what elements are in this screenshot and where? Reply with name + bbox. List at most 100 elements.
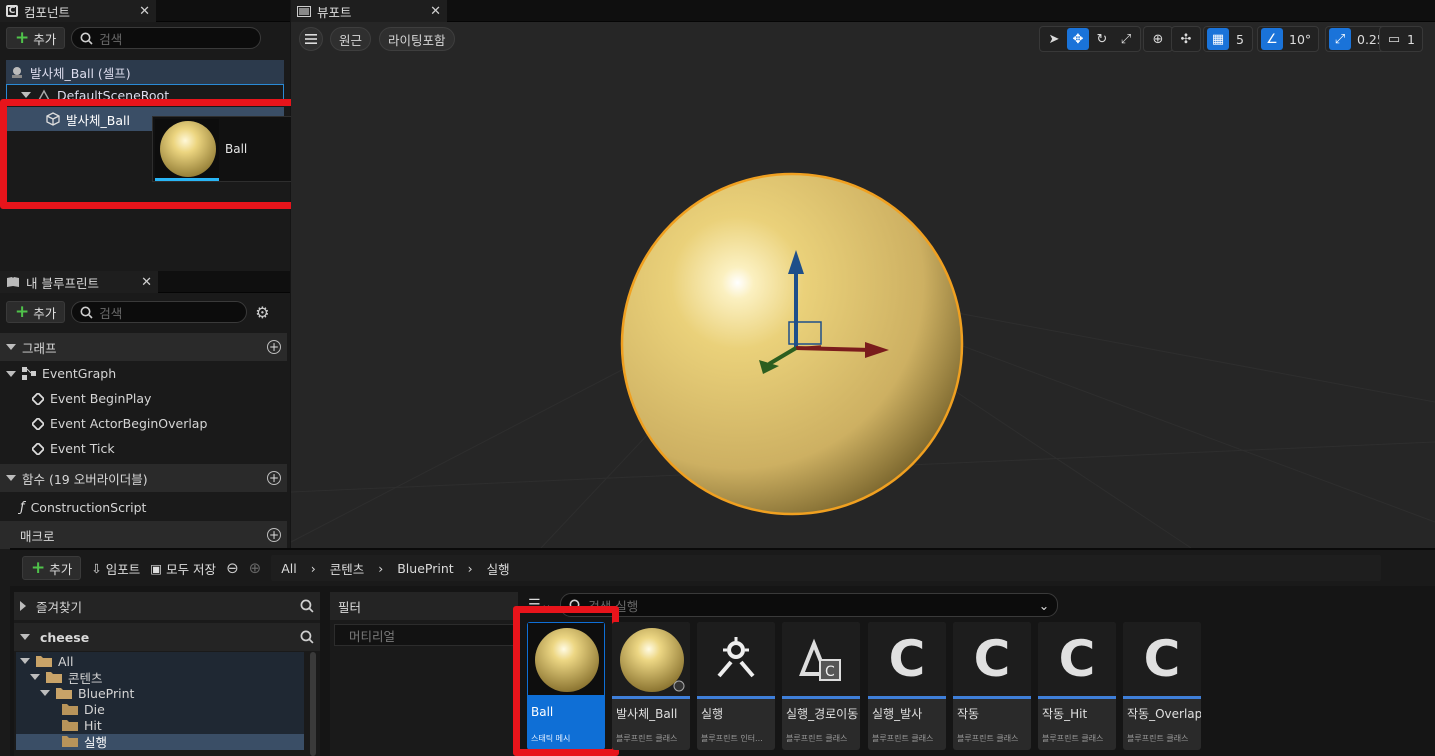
construction-script-item[interactable]: ƒ ConstructionScript (20, 495, 284, 520)
chevron-down-icon[interactable]: ⌄ (1039, 598, 1049, 613)
tab-viewport[interactable]: 뷰포트 ✕ (291, 0, 447, 22)
asset-type: 블루프린트 클래스 (1127, 734, 1189, 743)
graph-section-header[interactable]: 그래프 + (0, 333, 287, 361)
search-icon (80, 32, 93, 45)
scale-snap-icon: ⤢ (1329, 28, 1351, 50)
chevron-right-icon: › (310, 560, 316, 576)
surface-snap-icon: ✣ (1180, 31, 1192, 47)
filter-item[interactable]: 머티리얼 (334, 624, 514, 646)
asset-thumbnail (697, 622, 775, 696)
surface-snap-button[interactable]: ✣ (1171, 26, 1201, 52)
content-add-button[interactable]: + 추가 (22, 556, 82, 580)
blueprint-add-label: 추가 (33, 305, 57, 321)
asset-tile[interactable]: 실행 블루프린트 인터... (697, 622, 775, 750)
blueprint-add-button[interactable]: + 추가 (6, 301, 66, 323)
asset-tile[interactable]: C 실행_경로이동 블루프린트 클래스 (782, 622, 860, 750)
components-search-input[interactable]: 검색 (71, 27, 262, 49)
chevron-down-icon (6, 475, 16, 481)
blueprint-search-input[interactable]: 검색 (71, 301, 248, 323)
add-circle-icon[interactable]: + (267, 528, 281, 542)
components-add-button[interactable]: + 추가 (6, 27, 66, 49)
asset-tile[interactable]: C 작동 블루프린트 클래스 (953, 622, 1031, 750)
asset-tile[interactable]: 발사체_Ball 블루프린트 클래스 (612, 622, 690, 750)
macros-section-header[interactable]: 매크로 + (0, 521, 287, 549)
functions-section-label: 함수 (19 오버라이더블) (22, 471, 148, 487)
coordinate-space-button[interactable]: ⊕ (1143, 26, 1173, 52)
function-icon: ƒ (20, 500, 25, 515)
event-item[interactable]: Event Tick (32, 436, 282, 461)
viewport-panel[interactable]: 뷰포트 ✕ 원근 라이팅포함 ➤ ✥ ↻ ⤢ ⊕ ✣ ▦ 5 ∠ 10° ⤢ 0… (291, 0, 1435, 548)
close-icon[interactable]: ✕ (430, 4, 441, 19)
forward-arrow-icon[interactable]: ⊕ (249, 559, 262, 577)
event-diamond-icon (32, 392, 44, 405)
asset-thumbnail: C (953, 622, 1031, 696)
search-icon[interactable] (300, 630, 314, 644)
select-cursor-icon[interactable]: ➤ (1043, 28, 1065, 50)
save-all-button[interactable]: ▣ 모두 저장 (150, 559, 216, 578)
plus-icon: + (15, 27, 30, 48)
camera-speed-group[interactable]: ▭ 1 (1379, 26, 1423, 52)
import-button[interactable]: ⇩ 임포트 (91, 559, 140, 578)
scale-icon[interactable]: ⤢ (1115, 28, 1137, 50)
asset-tile[interactable]: C 실행_발사 블루프린트 클래스 (868, 622, 946, 750)
search-icon[interactable] (300, 599, 314, 613)
add-circle-icon[interactable]: + (267, 471, 281, 485)
components-tabbar: C 컴포넌트 ✕ (0, 0, 290, 22)
viewport-tab-icon (297, 5, 311, 17)
grid-size-value: 5 (1236, 31, 1244, 47)
breadcrumb-item[interactable]: All (281, 561, 297, 576)
chevron-down-icon (6, 344, 16, 350)
content-add-label: 추가 (49, 561, 73, 577)
grid-icon: ▦ (1207, 28, 1229, 50)
filter-header: 필터 (330, 592, 518, 620)
favorites-header[interactable]: 즐겨찾기 (14, 592, 320, 620)
asset-name: 실행_발사 (872, 707, 923, 721)
folder-tree-scrollbar[interactable] (310, 652, 316, 756)
breadcrumb-item[interactable]: 콘텐츠 (330, 559, 365, 578)
event-graph-item[interactable]: EventGraph (6, 361, 284, 386)
event-item[interactable]: Event BeginPlay (32, 386, 282, 411)
close-icon[interactable]: ✕ (139, 4, 150, 19)
folder-label: 실행 (84, 734, 108, 750)
chevron-right-icon: › (467, 560, 473, 576)
world-space-icon: ⊕ (1152, 31, 1164, 47)
import-label: 임포트 (105, 561, 141, 577)
rotate-icon[interactable]: ↻ (1091, 28, 1113, 50)
search-icon (80, 306, 93, 319)
highlight-box (513, 606, 619, 756)
asset-tile[interactable]: C 작동_Overlap 블루프린트 클래스 (1123, 622, 1201, 750)
graph-section-label: 그래프 (22, 340, 57, 356)
rotation-snap-group[interactable]: ∠ 10° (1257, 26, 1320, 52)
event-item[interactable]: Event ActorBeginOverlap (32, 411, 282, 436)
perspective-button[interactable]: 원근 (330, 27, 372, 51)
viewport-tabbar: 뷰포트 ✕ (291, 0, 1435, 22)
chevron-down-icon (30, 674, 40, 680)
asset-thumbnail: C (782, 622, 860, 696)
component-root-item[interactable]: 발사체_Ball (셀프) (6, 60, 284, 84)
interface-icon (717, 637, 755, 678)
event-diamond-icon (32, 417, 44, 430)
asset-tile[interactable]: C 작동_Hit 블루프린트 클래스 (1038, 622, 1116, 750)
breadcrumb-item[interactable]: BluePrint (397, 561, 453, 576)
functions-section-header[interactable]: 함수 (19 오버라이더블) + (0, 464, 287, 492)
save-all-label: 모두 저장 (166, 561, 217, 577)
add-circle-icon[interactable]: + (267, 340, 281, 354)
project-header[interactable]: cheese (14, 623, 320, 651)
close-icon[interactable]: ✕ (141, 275, 152, 290)
camera-icon: ▭ (1387, 31, 1401, 47)
breadcrumb-item[interactable]: 실행 (487, 559, 510, 578)
components-tab-icon: C (6, 5, 18, 17)
tab-my-blueprint[interactable]: 내 블루프린트 ✕ (0, 271, 158, 293)
asset-type: 블루프린트 클래스 (786, 734, 848, 743)
asset-search-input[interactable]: 검색 실행 ⌄ (560, 593, 1059, 617)
lighting-mode-button[interactable]: 라이팅포함 (379, 27, 455, 51)
blueprint-class-icon: C (1143, 630, 1181, 688)
grid-snap-group[interactable]: ▦ 5 (1203, 26, 1253, 52)
viewport-menu-button[interactable] (299, 27, 323, 51)
gear-icon[interactable]: ⚙ (255, 303, 269, 322)
blueprint-class-icon: C (973, 630, 1011, 688)
translate-icon[interactable]: ✥ (1067, 28, 1089, 50)
folder-item-selected[interactable]: 실행 (62, 730, 107, 752)
tab-components[interactable]: C 컴포넌트 ✕ (0, 0, 156, 22)
back-arrow-icon[interactable]: ⊖ (226, 559, 239, 577)
